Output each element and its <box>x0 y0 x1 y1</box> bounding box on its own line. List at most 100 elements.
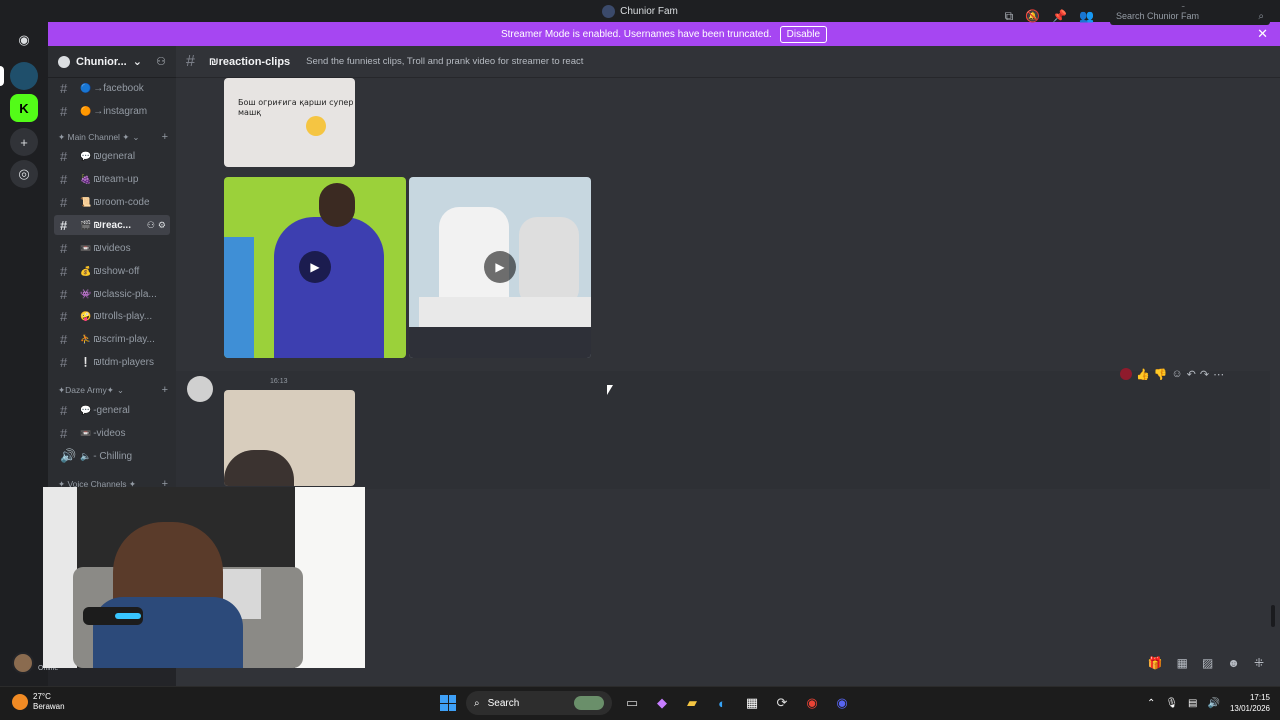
channel-instagram[interactable]: # 🟠 →instagram <box>54 101 170 121</box>
play-icon[interactable]: ▶ <box>299 251 331 283</box>
discord-home-icon[interactable]: ◉ <box>10 26 38 54</box>
category-label: ✦Daze Army✦ <box>58 384 114 395</box>
channel-reaction-clips[interactable]: # 🎬 ₪reac... ⚇ ⚙ <box>54 215 170 235</box>
close-banner-icon[interactable]: ✕ <box>1257 26 1268 42</box>
channel-trolls-players[interactable]: # 🤪 ₪trolls-play... <box>54 306 170 326</box>
discover-icon[interactable]: ◎ <box>10 160 38 188</box>
hash-icon: # <box>60 263 68 279</box>
member-list-icon[interactable]: 👥 <box>1079 9 1094 24</box>
app-icon[interactable]: ⟳ <box>772 693 792 713</box>
gift-icon[interactable]: 🎁 <box>1148 656 1163 670</box>
hash-icon: # <box>60 194 68 210</box>
channel-topic[interactable]: Send the funniest clips, Troll and prank… <box>306 56 583 67</box>
channel-tdm-players[interactable]: # ❕ ₪tdm-players <box>54 352 170 372</box>
discord-icon[interactable]: ◉ <box>832 693 852 713</box>
apps-icon[interactable]: ⁜ <box>1254 656 1264 670</box>
hash-icon: # <box>60 148 68 164</box>
microphone-icon[interactable]: 🎙 <box>1165 698 1178 709</box>
avatar[interactable] <box>12 652 34 674</box>
more-options-icon[interactable]: ⋯ <box>1213 368 1224 381</box>
banner-text: Streamer Mode is enabled. Usernames have… <box>500 28 772 40</box>
channel-emoji: 💬 <box>80 404 92 415</box>
video-attachment[interactable]: ▶ <box>224 177 406 358</box>
streamer-mode-banner: Streamer Mode is enabled. Usernames have… <box>48 22 1280 46</box>
pin-icon[interactable]: 📌 <box>1052 9 1067 24</box>
category-daze-army[interactable]: ✦Daze Army✦ ⌄ + <box>58 382 168 398</box>
network-icon[interactable]: ▤ <box>1188 698 1197 709</box>
channel-daze-general[interactable]: # 💬 -general <box>54 400 170 420</box>
search-icon: ⌕ <box>1258 10 1264 22</box>
thumbs-up-icon[interactable]: 👍 <box>1136 368 1150 381</box>
laughing-emoji-icon <box>306 116 326 136</box>
gear-icon[interactable]: ⚙ <box>158 220 166 231</box>
add-reaction-icon[interactable]: ☺ <box>1171 368 1182 380</box>
search-placeholder: Search Chunior Fam <box>1116 11 1200 21</box>
chevron-up-icon[interactable]: ⌃ <box>1147 698 1155 709</box>
channel-general[interactable]: # 💬 ₪general <box>54 146 170 166</box>
scrollbar-thumb[interactable] <box>1271 605 1275 627</box>
weather-icon <box>12 694 28 710</box>
sticker-icon[interactable]: ▨ <box>1202 656 1213 670</box>
invite-to-channel-icon[interactable]: ⚇ <box>147 220 155 231</box>
video-attachment[interactable]: ▶ <box>409 177 591 358</box>
clock-time: 17:15 <box>1249 693 1270 702</box>
create-channel-icon[interactable]: + <box>162 131 168 143</box>
notifications-muted-icon[interactable]: 🔕 <box>1025 9 1040 24</box>
server-icon <box>58 55 70 68</box>
emoji-icon[interactable]: ☻ <box>1227 656 1240 670</box>
start-button[interactable] <box>440 695 456 711</box>
channel-emoji: 🍇 <box>80 173 92 184</box>
taskbar-search[interactable]: ⌕ Search <box>466 691 612 715</box>
threads-icon[interactable]: ⧉ <box>1005 9 1014 24</box>
message-input[interactable] <box>176 650 1280 680</box>
disable-streamer-mode-button[interactable]: Disable <box>779 25 828 43</box>
image-attachment[interactable]: Бош огриғига қарши супер машқ <box>224 78 355 167</box>
clock[interactable]: 17:15 13/01/2026 <box>1230 692 1270 714</box>
reaction-icon[interactable] <box>1120 368 1132 380</box>
invite-people-icon[interactable]: ⚇ <box>156 55 166 68</box>
channel-emoji: 🤪 <box>80 310 92 321</box>
app-icon[interactable]: ◆ <box>652 693 672 713</box>
channel-videos[interactable]: # 📼 ₪videos <box>54 238 170 258</box>
channel-classic-players[interactable]: # 👾 ₪classic-pla... <box>54 284 170 304</box>
gif-icon[interactable]: ▦ <box>1177 656 1188 670</box>
add-server-icon[interactable]: + <box>10 128 38 156</box>
weather-widget[interactable]: 27°C Berawan <box>12 692 65 712</box>
edge-icon[interactable]: ◐ <box>712 693 732 713</box>
server-header[interactable]: Chunior... ⌄ ⚇ <box>48 46 176 78</box>
webcam-scene-shape <box>115 613 141 619</box>
channel-team-up[interactable]: # 🍇 ₪team-up <box>54 169 170 189</box>
message-author-truncated[interactable] <box>224 376 266 386</box>
volume-icon[interactable]: 🔊 <box>1208 698 1220 709</box>
server-kick-icon[interactable]: K <box>10 94 38 122</box>
voice-channel-chilling[interactable]: 🔊 🔈 - Chilling <box>54 446 170 466</box>
task-view-icon[interactable]: ▭ <box>622 693 642 713</box>
search-input[interactable]: Search Chunior Fam ⌕ <box>1110 7 1270 25</box>
channel-facebook[interactable]: # 🔵 →facebook <box>54 78 170 98</box>
category-main-channel[interactable]: ✦ Main Channel ✦ ⌄ + <box>58 129 168 145</box>
create-channel-icon[interactable]: + <box>162 384 168 396</box>
message-actions: 👍 👎 ☺ ↶ ↷ ⋯ <box>1120 364 1224 384</box>
hash-icon: # <box>60 308 68 324</box>
server-name: Chunior... <box>76 55 127 68</box>
store-icon[interactable]: ▦ <box>742 693 762 713</box>
channel-scrim-players[interactable]: # ⛹ ₪scrim-play... <box>54 329 170 349</box>
chrome-icon[interactable]: ◉ <box>802 693 822 713</box>
hash-icon: # <box>60 217 68 233</box>
channel-show-off[interactable]: # 💰 ₪show-off <box>54 261 170 281</box>
hash-icon: # <box>60 331 68 347</box>
file-explorer-icon[interactable]: ▰ <box>682 693 702 713</box>
hash-icon: # <box>60 286 68 302</box>
play-icon[interactable]: ▶ <box>484 251 516 283</box>
thumbs-down-icon[interactable]: 👎 <box>1154 368 1168 381</box>
channel-daze-videos[interactable]: # 📼 -videos <box>54 423 170 443</box>
channel-emoji: 💰 <box>80 265 92 276</box>
channel-label: -general <box>93 404 130 416</box>
channel-room-code[interactable]: # 📜 ₪room-code <box>54 192 170 212</box>
forward-icon[interactable]: ↷ <box>1200 368 1209 381</box>
hash-icon: # <box>60 80 68 96</box>
avatar[interactable] <box>187 376 213 402</box>
reply-icon[interactable]: ↶ <box>1187 368 1196 381</box>
server-chunior-icon[interactable] <box>10 62 38 90</box>
image-attachment[interactable] <box>224 390 355 486</box>
